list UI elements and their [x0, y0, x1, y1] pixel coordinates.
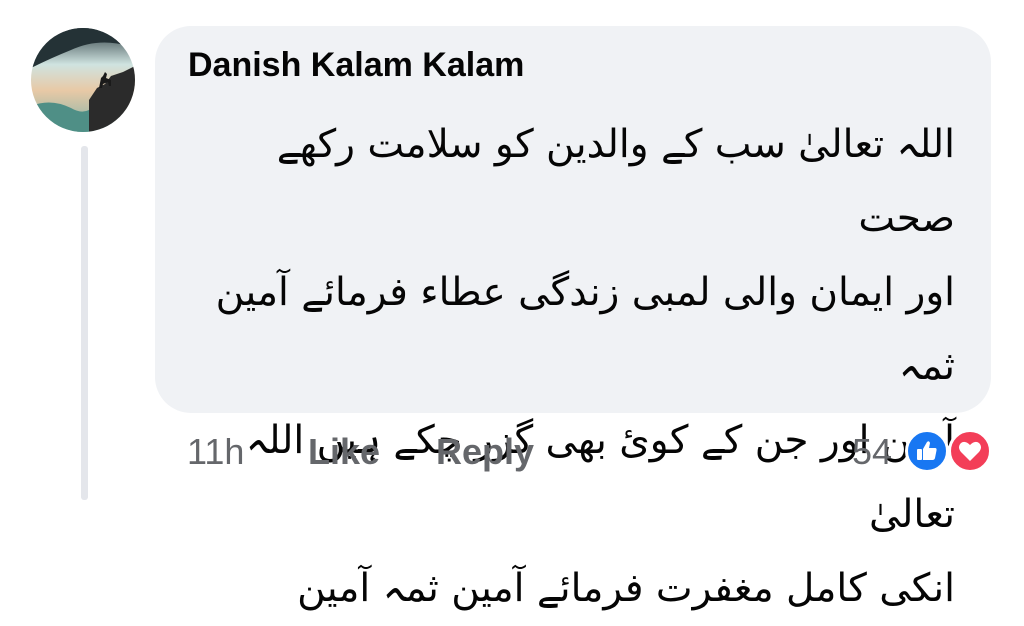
like-icon[interactable]: [905, 429, 949, 473]
reply-thread-line: [81, 146, 88, 500]
avatar[interactable]: [31, 28, 135, 132]
comment-timestamp[interactable]: 11h: [187, 430, 244, 474]
comment-line: آمین اور جن کے کوئ بھی گزر چکے ہیں اللہ …: [245, 418, 955, 537]
avatar-image: [31, 28, 135, 132]
comment-bubble: Danish Kalam Kalam اللہ تعالیٰ سب کے وال…: [155, 26, 991, 611]
reaction-count[interactable]: 54: [852, 430, 892, 474]
reply-button[interactable]: Reply: [436, 430, 534, 474]
love-icon[interactable]: [948, 429, 992, 473]
comment-line: اور ایمان والی لمبی زندگی عطاء فرمائے آم…: [215, 270, 955, 389]
comment-line: اللہ تعالیٰ سب کے والدین کو سلامت رکھے ص…: [276, 122, 955, 241]
comment-text: اللہ تعالیٰ سب کے والدین کو سلامت رکھے ص…: [183, 108, 955, 626]
comment-line: انکی کامل مغفرت فرمائے آمین ثمہ آمین: [297, 566, 955, 611]
like-button[interactable]: Like: [308, 430, 380, 474]
comment-author[interactable]: Danish Kalam Kalam: [188, 46, 524, 85]
